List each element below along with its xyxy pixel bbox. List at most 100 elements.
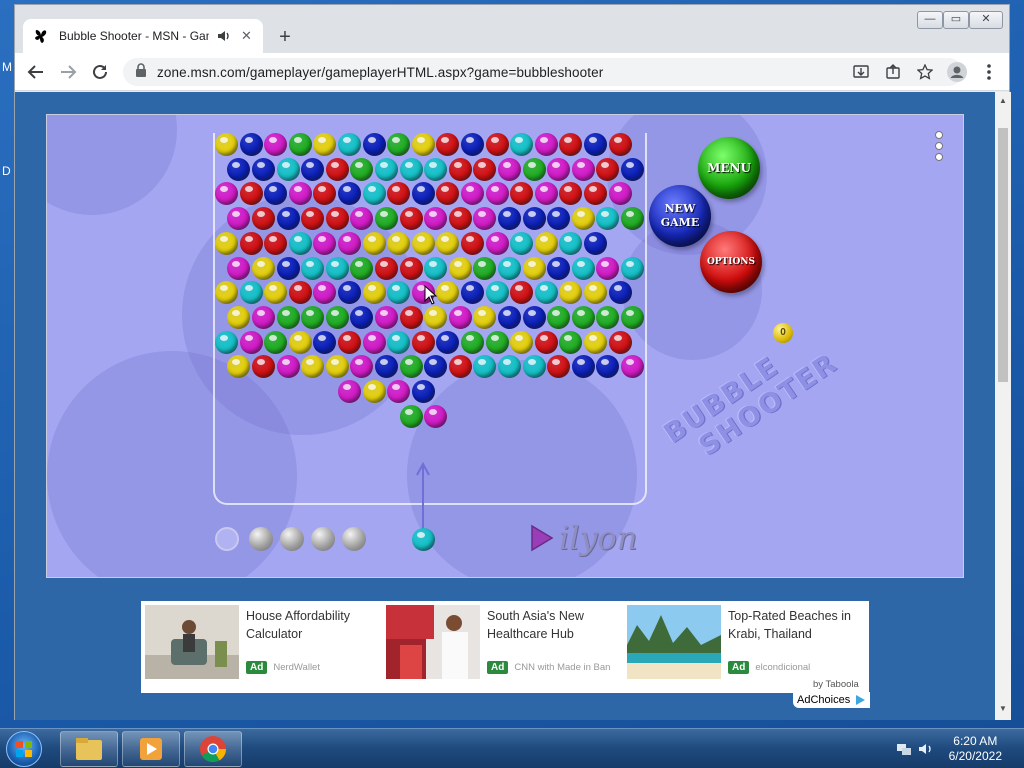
start-button[interactable] [6, 731, 42, 767]
bubble [215, 133, 238, 156]
bubble [276, 355, 300, 379]
clock[interactable]: 6:20 AM 6/20/2022 [949, 734, 1002, 764]
bubble [301, 305, 325, 329]
bubble [461, 231, 484, 255]
bubble [571, 305, 595, 329]
lock-icon[interactable] [135, 62, 147, 82]
bubble [485, 133, 509, 156]
forward-icon[interactable] [57, 61, 79, 83]
next-bubble-slot [215, 527, 239, 551]
speaker-icon[interactable] [217, 29, 231, 43]
bubble [374, 305, 398, 329]
network-icon[interactable] [896, 741, 912, 757]
bubble [522, 305, 546, 329]
ad-card[interactable]: House Affordability Calculator Ad NerdWal… [145, 605, 381, 679]
bubble [436, 330, 460, 354]
bubble [338, 133, 361, 156]
ad-badge: Ad [246, 661, 268, 674]
bubble [350, 256, 374, 280]
bubble [325, 256, 349, 280]
bubble [448, 355, 472, 379]
ad-image-woman-chair [145, 605, 239, 679]
taskbar-media-player[interactable] [122, 731, 180, 767]
reserve-bubble [280, 527, 304, 551]
bubble [387, 231, 411, 255]
volume-icon[interactable] [918, 741, 934, 757]
clock-date: 6/20/2022 [948, 749, 1002, 763]
new-game-button[interactable]: NEW GAME [649, 185, 711, 247]
profile-avatar-icon[interactable] [947, 62, 967, 82]
bubble [399, 207, 423, 231]
ad-title[interactable]: Top-Rated Beaches in Krabi, Thailand [728, 607, 861, 643]
game-canvas[interactable]: MENU NEW GAME OPTIONS 0 BUBBLE SHOOTER i… [46, 114, 964, 578]
game-menu-dots-icon[interactable] [935, 131, 945, 161]
bubble [596, 157, 620, 181]
bubble [571, 207, 595, 231]
bubble [301, 256, 325, 280]
desktop-icon-label: M [2, 60, 12, 74]
maximize-button[interactable]: ▭ [943, 11, 969, 29]
clock-time: 6:20 AM [953, 734, 998, 748]
ad-card[interactable]: Top-Rated Beaches in Krabi, Thailand Ad e… [627, 605, 863, 679]
menu-button[interactable]: MENU [698, 137, 760, 199]
chrome-icon [200, 736, 227, 763]
bubble [424, 404, 448, 428]
bubble [251, 157, 275, 181]
scroll-up-icon[interactable]: ▲ [999, 96, 1007, 105]
new-tab-button[interactable]: + [273, 25, 297, 49]
bubble [608, 182, 632, 206]
close-tab-icon[interactable]: ✕ [241, 28, 252, 44]
bookmark-star-icon[interactable] [916, 63, 934, 80]
share-icon[interactable] [885, 64, 901, 80]
adchoices-link[interactable]: AdChoices [793, 692, 871, 708]
bubble [288, 133, 312, 156]
ad-title[interactable]: South Asia's New Healthcare Hub [487, 607, 620, 643]
bubble [362, 330, 386, 354]
bubble [239, 182, 263, 206]
bubble [522, 157, 546, 181]
bubble [534, 133, 558, 156]
taskbar-explorer[interactable] [60, 731, 118, 767]
bubble [288, 231, 312, 255]
ilyon-play-icon [531, 524, 554, 552]
taskbar-chrome[interactable] [184, 731, 242, 767]
bubble [276, 256, 300, 280]
new-game-label: GAME [660, 216, 700, 229]
bubble [362, 182, 386, 206]
ad-title[interactable]: House Affordability Calculator [246, 607, 379, 643]
options-button[interactable]: OPTIONS [700, 231, 762, 293]
url-text[interactable]: zone.msn.com/gameplayer/gameplayerHTML.a… [157, 65, 603, 80]
bubble [374, 157, 398, 181]
ad-source: NerdWallet [273, 662, 320, 673]
ad-badge: Ad [487, 661, 509, 674]
tab-bubble-shooter[interactable]: Bubble Shooter - MSN - Gam ✕ [23, 19, 263, 53]
bubble [608, 281, 632, 305]
reload-icon[interactable] [89, 61, 111, 83]
adchoices-label: AdChoices [797, 694, 851, 706]
address-bar[interactable]: zone.msn.com/gameplayer/gameplayerHTML.a… [123, 58, 963, 86]
install-app-icon[interactable] [853, 64, 869, 80]
minimize-button[interactable]: — [917, 11, 943, 29]
bubble [399, 404, 423, 428]
bubble [448, 207, 472, 231]
bubble [497, 305, 521, 329]
back-icon[interactable] [25, 61, 47, 83]
bubble [374, 256, 398, 280]
bubble [239, 281, 263, 305]
bubble [411, 133, 435, 156]
page-scrollbar[interactable]: ▲ ▼ [995, 92, 1011, 720]
bubble [251, 207, 275, 231]
bubble [571, 157, 595, 181]
bubble [534, 281, 558, 305]
scroll-down-icon[interactable]: ▼ [999, 704, 1007, 713]
taboola-label[interactable]: by Taboola [813, 679, 859, 690]
cannon-bubble[interactable] [412, 528, 435, 551]
bubble [534, 330, 558, 354]
scroll-thumb[interactable] [998, 128, 1008, 382]
chrome-menu-icon[interactable] [979, 62, 999, 82]
ad-card[interactable]: South Asia's New Healthcare Hub Ad CNN wi… [386, 605, 622, 679]
bubble [325, 157, 349, 181]
bubble [313, 330, 337, 354]
close-window-button[interactable]: ✕ [969, 11, 1003, 29]
bubble [411, 231, 435, 255]
